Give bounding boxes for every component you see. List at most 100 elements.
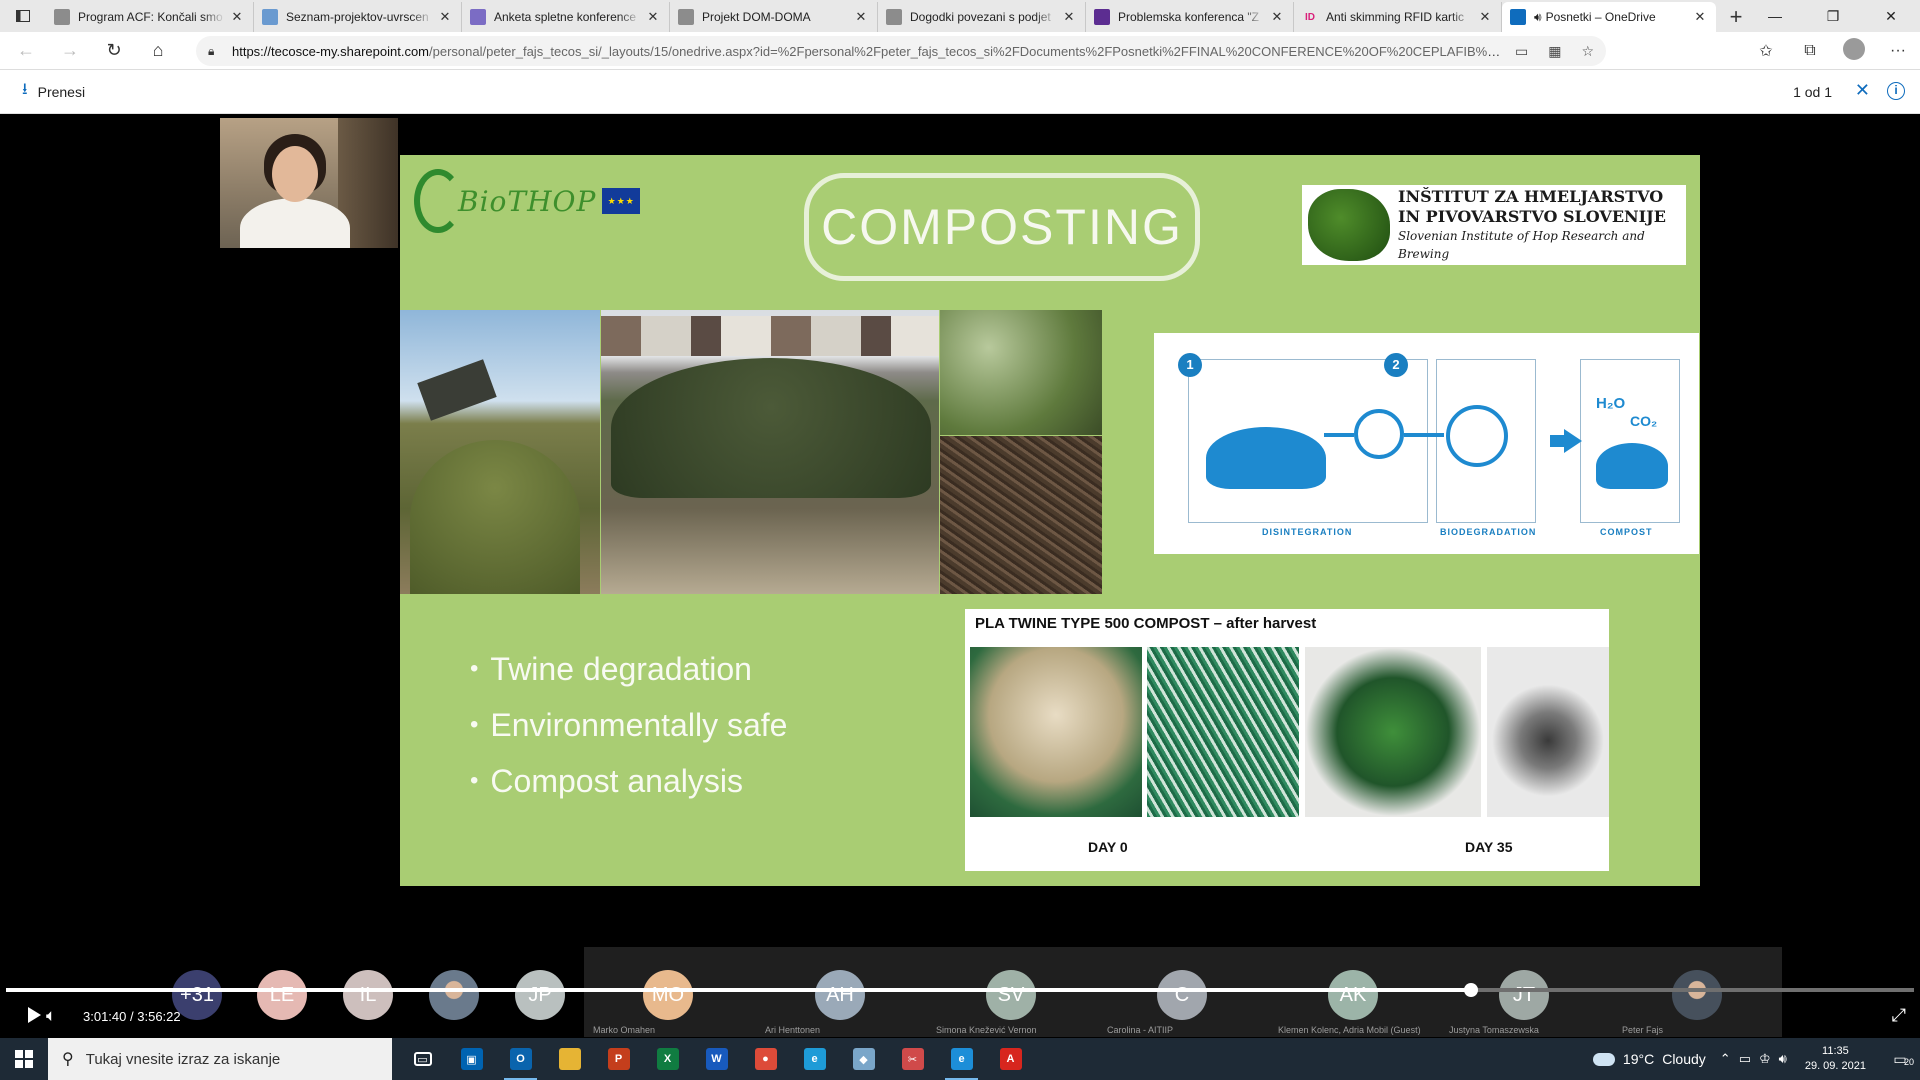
task-view-taskbar-button[interactable]: ▭ [398,1038,447,1080]
hop-icon [1308,189,1390,261]
search-placeholder: Tukaj vnesite izraz za iskanje [85,1050,281,1068]
day-end-label: DAY 35 [1465,839,1513,855]
store-taskbar-button[interactable]: ▣ [447,1038,496,1080]
seek-progress [6,988,1471,992]
close-window-button[interactable]: ✕ [1862,0,1920,32]
task-view-icon: ▭ [413,1052,432,1066]
outlook-taskbar-button[interactable]: O [496,1038,545,1080]
browser-tab[interactable]: Program ACF: Končali smo ✕ [46,2,254,32]
ie-taskbar-button[interactable]: e [790,1038,839,1080]
composting-process-diagram: 1 2 H₂O CO₂ DISINTEGRATION BIODEGRADATIO… [1154,333,1699,554]
onedrive-command-bar: ⭳ Prenesi 1 od 1 ✕ i [0,70,1920,114]
browser-tab[interactable]: Problemska konferenca "Z ✕ [1086,2,1294,32]
tab-close-icon[interactable]: ✕ [437,9,453,25]
favorite-star-icon[interactable]: ☆ [1581,43,1594,60]
slide-title-frame: COMPOSTING [804,173,1200,281]
biodegradation-icon [1446,405,1508,467]
tab-title: Problemska konferenca "Z [1118,10,1259,24]
weather-widget[interactable]: 19°C Cloudy [1592,1051,1706,1067]
page-icon [678,9,694,25]
minimize-button[interactable]: — [1746,0,1804,32]
tab-close-icon[interactable]: ✕ [1477,9,1493,25]
play-button[interactable] [12,1003,41,1031]
profile-button[interactable] [1832,37,1876,65]
acrobat-taskbar-button[interactable]: A [986,1038,1035,1080]
taskbar-search[interactable]: ⚲ Tukaj vnesite izraz za iskanje [48,1038,392,1080]
security-taskbar-button[interactable]: ◆ [839,1038,888,1080]
time-display: 3:01:40 / 3:56:22 [83,1009,181,1024]
logo-wordmark: BioTHOP [458,184,597,218]
tab-actions-button[interactable] [0,0,46,32]
bullet-list: Twine degradation Environmentally safe C… [470,641,787,809]
url-host: https://tecosce-my.sharepoint.com [232,43,430,59]
notification-center-icon[interactable]: ▭ 20 [1880,1051,1920,1068]
page-icon [54,9,70,25]
explorer-taskbar-button[interactable] [545,1038,594,1080]
tab-close-icon[interactable]: ✕ [645,9,661,25]
tab-close-icon[interactable]: ✕ [853,9,869,25]
microbe-icon [1354,409,1404,459]
back-button[interactable]: ← [4,32,48,70]
tab-close-icon[interactable]: ✕ [1061,9,1077,25]
page-counter: 1 od 1 [1793,84,1832,100]
compost-heap-icon [1596,443,1668,489]
edge-icon: e [950,1048,973,1070]
forward-button[interactable]: → [48,32,92,70]
info-icon[interactable]: i [1887,82,1905,100]
browser-tab[interactable]: Dogodki povezani s podjet ✕ [878,2,1086,32]
tab-close-icon[interactable]: ✕ [1269,9,1285,25]
browser-tab[interactable]: 🔊︎ Posnetki – OneDrive ✕ [1502,2,1716,32]
leaf-logo-icon [414,169,462,233]
tray-icons[interactable]: ⌃▭♔🔊︎ [1720,1051,1795,1067]
refresh-button[interactable]: ↻ [92,32,136,70]
close-viewer-icon[interactable]: ✕ [1855,80,1870,101]
restore-button[interactable]: ❐ [1804,0,1862,32]
video-player[interactable]: BioTHOP ★★★ COMPOSTING INŠTITUT ZA HMELJ… [0,115,1920,1038]
tab-close-icon[interactable]: ✕ [229,9,245,25]
download-icon: ⭳ [22,81,28,98]
chrome-taskbar-button[interactable]: ● [741,1038,790,1080]
system-tray: 19°C Cloudy ⌃▭♔🔊︎ 11:35 29. 09. 2021 ▭ 20 [1592,1038,1920,1080]
edge-taskbar-button[interactable]: e [937,1038,986,1080]
seek-bar[interactable] [6,983,1914,997]
word-taskbar-button[interactable]: W [692,1038,741,1080]
download-button[interactable]: ⭳ Prenesi [22,78,85,105]
browser-tab[interactable]: Projekt DOM-DOMA ✕ [670,2,878,32]
browser-tab[interactable]: Seznam-projektov-uvrscen ✕ [254,2,462,32]
stage-box-compost [1580,359,1680,523]
photo-compost-pile [601,310,939,594]
bullet-item: Compost analysis [470,753,787,809]
institute-logo: INŠTITUT ZA HMELJARSTVO IN PIVOVARSTVO S… [1302,185,1686,265]
favorites-icon[interactable]: ✩ [1744,41,1788,61]
cast-icon[interactable]: ▭ [1515,43,1528,60]
powerpoint-taskbar-button[interactable]: P [594,1038,643,1080]
tab-title: Projekt DOM-DOMA [702,10,811,24]
address-bar[interactable]: 🔒︎ https://tecosce-my.sharepoint.com/per… [196,36,1606,66]
browser-tab[interactable]: Anketa spletne konference ✕ [462,2,670,32]
label-biodegradation: BIODEGRADATION [1440,527,1537,537]
taskbar-apps: ▭ ▣ O P X W ● e ◆ ✂ e A [398,1038,1035,1080]
seek-handle[interactable] [1464,983,1478,997]
tab-close-icon[interactable]: ✕ [1692,9,1708,25]
volume-icon[interactable]: 🔈︎ [46,1006,56,1026]
browser-tab[interactable]: ID Anti skimming RFID kartic ✕ [1294,2,1502,32]
snip-taskbar-button[interactable]: ✂ [888,1038,937,1080]
label-disintegration: DISINTEGRATION [1262,527,1353,537]
store-icon: ▣ [460,1048,483,1070]
clock[interactable]: 11:35 29. 09. 2021 [1805,1044,1866,1074]
excel-taskbar-button[interactable]: X [643,1038,692,1080]
institute-name-line1: INŠTITUT ZA HMELJARSTVO [1398,187,1664,206]
co2-label: CO₂ [1630,413,1658,429]
word-icon: W [705,1048,728,1070]
more-options-icon[interactable]: ··· [1876,42,1920,60]
tab-audio-icon[interactable]: 🔊︎ [1534,10,1542,25]
home-button[interactable]: ⌂ [136,32,180,70]
bullet-item: Environmentally safe [470,697,787,753]
apps-icon[interactable]: ▦ [1548,43,1561,60]
clock-date: 29. 09. 2021 [1804,1060,1866,1072]
chrome-icon: ● [754,1048,777,1070]
fullscreen-icon[interactable]: ⤢ [1892,1005,1906,1026]
step-number-1: 1 [1178,353,1202,377]
start-button[interactable] [0,1038,48,1080]
collections-icon[interactable]: ⧉ [1788,42,1832,60]
